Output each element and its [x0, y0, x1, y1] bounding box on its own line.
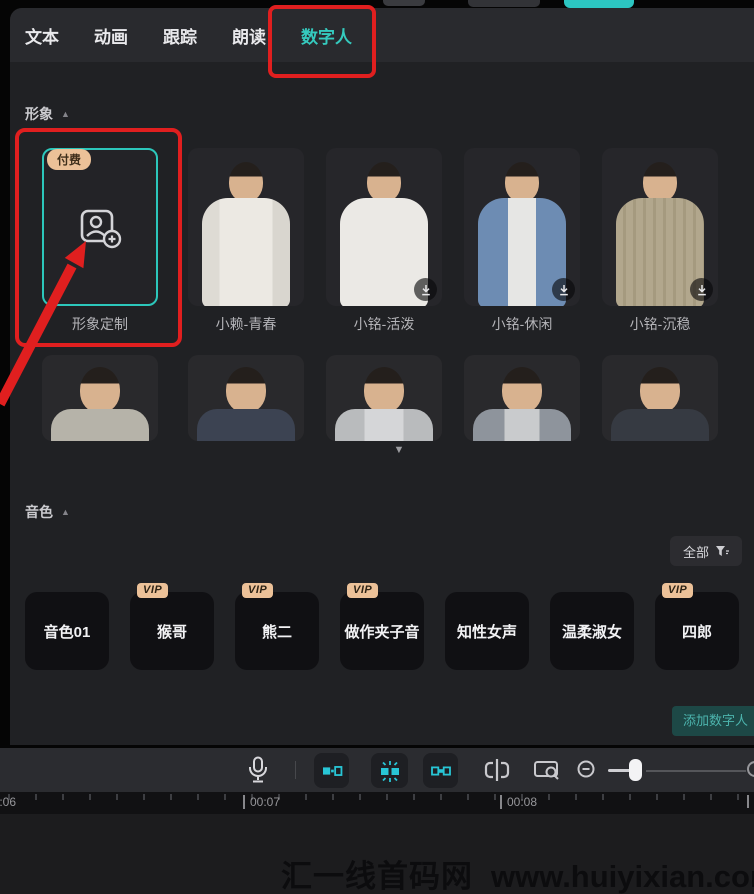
- voice-label: 四郎: [681, 623, 712, 641]
- voice-item[interactable]: VIP 熊二: [235, 583, 319, 670]
- filter-label: 全部: [682, 544, 709, 560]
- filter-icon: [715, 545, 729, 558]
- avatar-card[interactable]: [326, 148, 442, 306]
- avatar-card-label: 小铭-休闲: [491, 316, 553, 332]
- ruler-end-tick: [747, 795, 749, 808]
- collapse-up-icon[interactable]: ▲: [61, 109, 70, 119]
- app-screen: 文本 动画 跟踪 朗读 数字人 形象 ▲ 付费 形象定制 小赖-青春 小铭-活泼…: [0, 0, 754, 894]
- avatar-card-wrap: 小铭-休闲: [464, 148, 580, 334]
- clip-tool-link-button[interactable]: [423, 753, 458, 788]
- avatar-image: [188, 148, 304, 306]
- clip-tool-freeze-button[interactable]: [314, 753, 349, 788]
- download-icon[interactable]: [690, 278, 713, 301]
- timeline-zoom-slider-handle[interactable]: [629, 759, 642, 781]
- voice-item[interactable]: 温柔淑女: [550, 592, 634, 670]
- timeline-track-area: 汇一线首码网 www.huiyixian.com: [0, 814, 754, 894]
- avatar-card[interactable]: [188, 148, 304, 306]
- zoom-in-icon[interactable]: [747, 761, 754, 777]
- add-digital-human-button[interactable]: 添加数字人: [672, 706, 754, 736]
- tab-reading[interactable]: 朗读: [232, 23, 266, 48]
- digital-human-panel: 文本 动画 跟踪 朗读 数字人 形象 ▲ 付费 形象定制 小赖-青春 小铭-活泼…: [10, 8, 754, 745]
- watermark: 汇一线首码网 www.huiyixian.com: [281, 851, 754, 894]
- collapse-up-icon[interactable]: ▲: [61, 507, 70, 517]
- timeline-ruler[interactable]: 00:06 00:07 00:08: [0, 792, 754, 814]
- avatar-card-wrap: [602, 355, 718, 441]
- avatar-card-label: 小铭-活泼: [353, 316, 415, 332]
- avatar-card[interactable]: [464, 148, 580, 306]
- avatar-card[interactable]: [602, 355, 718, 441]
- avatar-card[interactable]: [188, 355, 304, 441]
- watermark-site-name: 汇一线首码网: [281, 859, 473, 894]
- voice-title: 音色: [25, 504, 53, 520]
- avatar-image: [188, 355, 304, 441]
- vip-badge: VIP: [137, 583, 169, 598]
- vip-badge: VIP: [347, 583, 379, 598]
- watermark-url: www.huiyixian.com: [491, 859, 754, 894]
- avatar-card-wrap: 小赖-青春: [188, 148, 304, 334]
- avatar-image: [464, 355, 580, 441]
- link-clip-icon: [430, 766, 451, 775]
- top-cropped-button-2[interactable]: [468, 0, 540, 7]
- ruler-ticks: [8, 794, 754, 800]
- appearance-title: 形象: [25, 106, 53, 122]
- avatar-card-wrap: 小铭-沉稳: [602, 148, 718, 334]
- annotation-box-tab: [268, 5, 376, 78]
- panel-tabbar: 文本 动画 跟踪 朗读 数字人: [10, 8, 754, 62]
- voice-item[interactable]: VIP 猴哥: [130, 583, 214, 670]
- appearance-section-header: 形象 ▲: [25, 104, 70, 124]
- ruler-timestamp: 00:06: [0, 795, 17, 809]
- voice-label: 猴哥: [156, 623, 187, 641]
- zoom-out-icon[interactable]: [576, 759, 600, 781]
- vip-badge: VIP: [242, 583, 274, 598]
- voice-label: 知性女声: [456, 623, 517, 641]
- top-cropped-button-1[interactable]: [383, 0, 425, 6]
- voice-label: 温柔淑女: [561, 623, 622, 641]
- split-clip-icon[interactable]: [484, 759, 510, 781]
- preview-search-icon[interactable]: [533, 759, 561, 781]
- avatar-card-wrap: 小铭-活泼: [326, 148, 442, 334]
- smart-split-icon: [380, 760, 399, 782]
- tab-text[interactable]: 文本: [25, 23, 59, 48]
- vip-badge: VIP: [662, 583, 694, 598]
- voice-item[interactable]: VIP 四郎: [655, 583, 739, 670]
- annotation-arrow: [0, 241, 86, 407]
- voice-filter-button[interactable]: 全部: [670, 536, 742, 566]
- avatar-card-label: 小铭-沉稳: [629, 316, 691, 332]
- avatar-card-wrap: [326, 355, 442, 441]
- avatar-card-wrap: [188, 355, 304, 441]
- download-icon[interactable]: [414, 278, 437, 301]
- voice-item[interactable]: 知性女声: [445, 592, 529, 670]
- voice-label: 做作夹子音: [344, 623, 420, 641]
- ruler-timestamp: 00:08: [500, 795, 537, 809]
- timeline-zoom-slider-track[interactable]: [646, 770, 746, 772]
- timeline-toolbar: [0, 748, 754, 792]
- voice-label: 音色01: [43, 623, 91, 641]
- expand-more-icon[interactable]: ▼: [379, 444, 419, 456]
- tab-tracking[interactable]: 跟踪: [163, 23, 197, 48]
- voice-label: 熊二: [261, 623, 292, 641]
- tab-animation[interactable]: 动画: [94, 23, 128, 48]
- voice-item[interactable]: VIP 做作夹子音: [340, 583, 424, 670]
- clip-tool-split-flash-button[interactable]: [371, 753, 408, 788]
- voice-item[interactable]: 音色01: [25, 592, 109, 670]
- top-cropped-export-button[interactable]: [564, 0, 634, 8]
- freeze-frame-icon: [322, 765, 342, 776]
- download-icon[interactable]: [552, 278, 575, 301]
- avatar-image: [326, 355, 442, 441]
- avatar-card-wrap: [464, 355, 580, 441]
- avatar-card-label: 小赖-青春: [215, 316, 277, 332]
- toolbar-divider: [295, 761, 296, 779]
- ruler-timestamp: 00:07: [243, 795, 280, 809]
- avatar-card[interactable]: [602, 148, 718, 306]
- record-voiceover-icon[interactable]: [247, 756, 269, 784]
- avatar-card[interactable]: [464, 355, 580, 441]
- voice-section-header: 音色 ▲: [25, 502, 70, 522]
- avatar-card[interactable]: [326, 355, 442, 441]
- avatar-image: [602, 355, 718, 441]
